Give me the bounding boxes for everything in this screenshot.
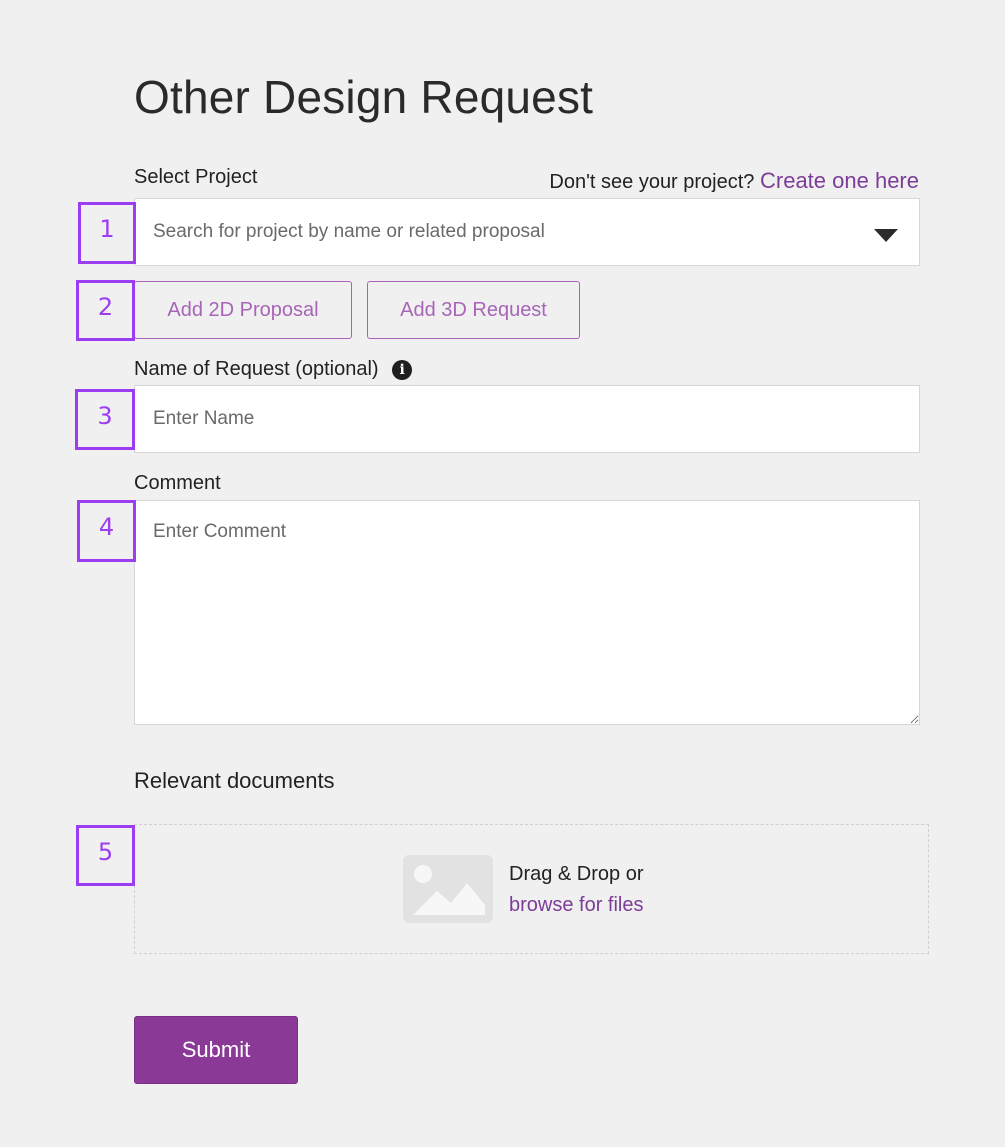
browse-files-link[interactable]: browse for files (509, 894, 644, 917)
select-project-label: Select Project (134, 166, 258, 188)
drag-drop-text: Drag & Drop or (509, 863, 644, 885)
project-select[interactable]: Search for project by name or related pr… (134, 198, 920, 266)
annotation-marker-4: 4 (77, 500, 136, 562)
name-of-request-label: Name of Request (optional) i (134, 358, 413, 381)
name-input[interactable] (134, 385, 920, 453)
info-icon[interactable]: i (392, 360, 413, 380)
image-icon (403, 855, 493, 923)
name-of-request-label-text: Name of Request (optional) (134, 358, 379, 380)
annotation-marker-2: 2 (76, 280, 135, 341)
create-project-prompt: Don't see your project? Create one here (549, 168, 919, 194)
submit-button[interactable]: Submit (134, 1016, 298, 1084)
annotation-marker-3: 3 (75, 389, 135, 450)
create-project-link[interactable]: Create one here (760, 168, 919, 193)
page-title: Other Design Request (134, 71, 594, 123)
relevant-documents-title: Relevant documents (134, 768, 335, 793)
project-select-placeholder: Search for project by name or related pr… (153, 221, 545, 242)
add-2d-proposal-button[interactable]: Add 2D Proposal (134, 281, 352, 339)
annotation-marker-1: 1 (78, 202, 136, 264)
add-3d-request-button[interactable]: Add 3D Request (367, 281, 580, 339)
caret-down-icon[interactable] (874, 229, 898, 242)
annotation-marker-5: 5 (76, 825, 135, 886)
comment-label: Comment (134, 472, 221, 494)
create-project-prompt-text: Don't see your project? (549, 171, 755, 193)
file-dropzone[interactable]: Drag & Drop or browse for files (134, 824, 929, 954)
comment-textarea[interactable] (134, 500, 920, 725)
